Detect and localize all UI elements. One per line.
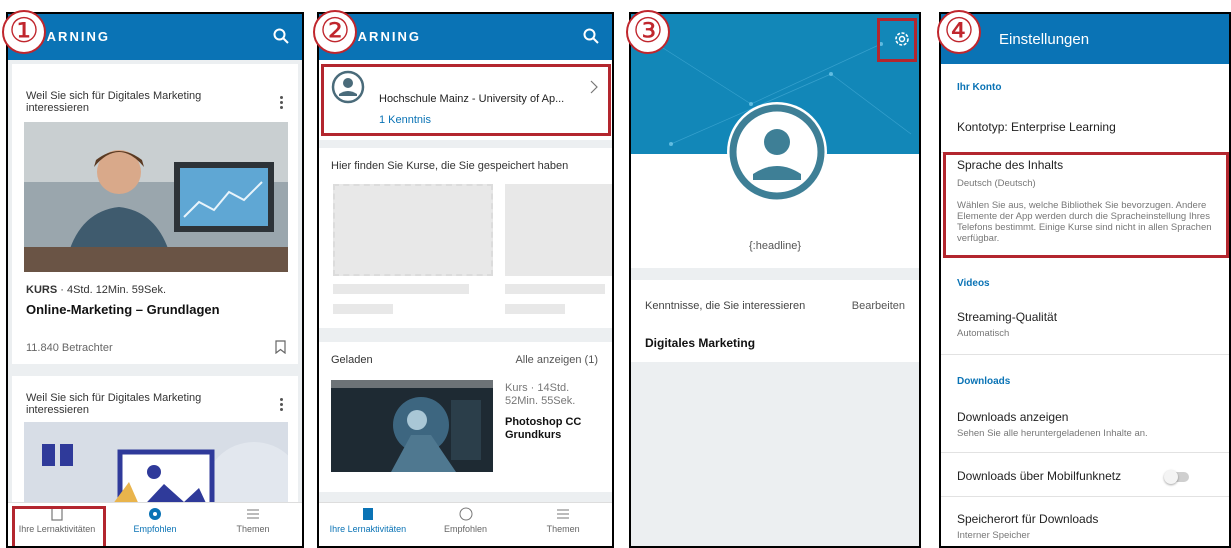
toggle-knob xyxy=(1164,470,1178,484)
show-downloads-title: Downloads anzeigen xyxy=(957,410,1069,424)
course-duration: · 4Std. 12Min. 59Sek. xyxy=(57,284,167,296)
course-type: KURS xyxy=(26,284,58,296)
step-number-1: ① xyxy=(2,10,46,54)
highlight-box xyxy=(877,18,917,62)
app-bar: EARNING xyxy=(8,14,302,60)
section-account: Ihr Konto xyxy=(957,82,1002,93)
divider xyxy=(941,496,1229,497)
show-all-link[interactable]: Alle anzeigen (1) xyxy=(515,354,598,366)
app-brand: EARNING xyxy=(347,29,421,44)
mobile-downloads-label: Downloads über Mobilfunknetz xyxy=(957,469,1122,483)
placeholder-line xyxy=(505,284,605,294)
course-title[interactable]: Photoshop CC Grundkurs xyxy=(505,416,585,442)
search-icon[interactable] xyxy=(272,27,290,45)
tab-learning-activities[interactable]: Ihre Lernaktivitäten xyxy=(319,503,417,546)
badge-icon xyxy=(459,507,472,521)
streaming-quality-value: Automatisch xyxy=(957,328,1010,339)
badge-icon xyxy=(149,508,161,520)
tab-label: Themen xyxy=(546,524,580,534)
app-brand: EARNING xyxy=(36,29,110,44)
app-bar: EARNING xyxy=(319,14,612,60)
placeholder-line xyxy=(333,304,393,314)
page-title: Einstellungen xyxy=(999,31,1090,48)
tab-recommended[interactable]: Empfohlen xyxy=(417,503,515,546)
tab-topics[interactable]: Themen xyxy=(514,503,612,546)
divider xyxy=(941,354,1229,355)
show-downloads-description: Sehen Sie alle heruntergeladenen Inhalte… xyxy=(957,428,1148,439)
highlight-box xyxy=(943,152,1229,258)
search-icon[interactable] xyxy=(582,27,600,45)
tab-label: Themen xyxy=(236,524,270,534)
highlight-box xyxy=(321,64,611,136)
bottom-navigation: Ihre Lernaktivitäten Empfohlen Themen xyxy=(319,502,612,546)
storage-location-value: Interner Speicher xyxy=(957,530,1030,541)
profile-avatar xyxy=(727,102,827,202)
placeholder-line xyxy=(333,284,469,294)
bookmark-icon[interactable] xyxy=(275,340,286,354)
course-thumbnail xyxy=(331,380,493,472)
section-downloads: Downloads xyxy=(957,376,1011,387)
course-thumbnail xyxy=(24,122,288,272)
profile-headline: {:headline} xyxy=(749,240,801,252)
placeholder-thumbnail xyxy=(505,184,612,276)
saved-courses-section: Hier finden Sie Kurse, die Sie gespeiche… xyxy=(319,148,612,328)
section-videos: Videos xyxy=(957,278,990,289)
course-title: Online-Marketing – Grundlagen xyxy=(26,302,220,317)
viewer-count: 11.840 Betrachter xyxy=(26,342,113,354)
streaming-quality-title: Streaming-Qualität xyxy=(957,310,1058,324)
edit-button[interactable]: Bearbeiten xyxy=(852,300,905,312)
highlight-box xyxy=(12,506,106,546)
screen-settings: Einstellungen Ihr Konto Kontotyp: Enterp… xyxy=(939,12,1231,548)
saved-heading: Hier finden Sie Kurse, die Sie gespeiche… xyxy=(331,160,569,172)
list-icon xyxy=(247,509,259,519)
mobile-downloads-toggle[interactable] xyxy=(1164,470,1189,484)
account-type: Kontotyp: Enterprise Learning xyxy=(957,120,1116,134)
recommendation-reason: Weil Sie sich für Digitales Marketing in… xyxy=(26,90,202,114)
more-options-icon[interactable] xyxy=(280,396,284,413)
interests-label: Kenntnisse, die Sie interessieren xyxy=(645,300,806,312)
course-card[interactable]: Weil Sie sich für Digitales Marketing in… xyxy=(12,376,298,516)
interests-section: Kenntnisse, die Sie interessieren Bearbe… xyxy=(631,280,919,362)
tab-label: Ihre Lernaktivitäten xyxy=(329,524,407,534)
course-card[interactable]: Weil Sie sich für Digitales Marketing in… xyxy=(12,64,298,364)
step-number-2: ② xyxy=(313,10,357,54)
tab-label: Empfohlen xyxy=(443,524,488,534)
tab-topics[interactable]: Themen xyxy=(204,503,302,546)
screen-recommended: EARNING Weil Sie sich für Digitales Mark… xyxy=(6,12,304,548)
divider xyxy=(941,452,1229,453)
step-number-4: ④ xyxy=(937,10,981,54)
app-bar: Einstellungen xyxy=(941,14,1229,64)
tab-label: Empfohlen xyxy=(133,524,177,534)
step-number-3: ③ xyxy=(626,10,670,54)
recommendation-reason: Weil Sie sich für Digitales Marketing in… xyxy=(26,392,202,416)
downloaded-section: Geladen Alle anzeigen (1) Kurs · 14Std. … xyxy=(319,342,612,492)
more-options-icon[interactable] xyxy=(280,94,284,111)
screen-profile: {:headline} Kenntnisse, die Sie interess… xyxy=(629,12,921,548)
book-icon xyxy=(362,508,373,520)
storage-location-title: Speicherort für Downloads xyxy=(957,512,1099,526)
interest-item[interactable]: Digitales Marketing xyxy=(645,336,755,350)
downloaded-label: Geladen xyxy=(331,354,373,366)
placeholder-line xyxy=(505,304,565,314)
list-icon xyxy=(557,509,570,519)
placeholder-thumbnail xyxy=(333,184,493,276)
screen-learning-activities: EARNING Hochschule Mainz - University of… xyxy=(317,12,614,548)
course-meta: KURS · 4Std. 12Min. 59Sek. xyxy=(26,284,166,296)
tab-recommended[interactable]: Empfohlen xyxy=(106,503,204,546)
course-meta: Kurs · 14Std. 52Min. 55Sek. xyxy=(505,382,576,407)
